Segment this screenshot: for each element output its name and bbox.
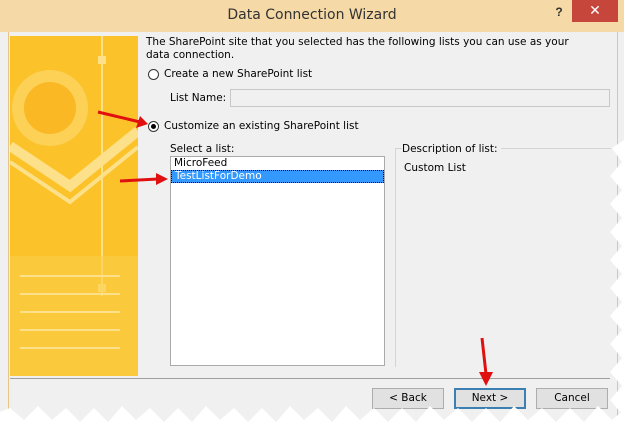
list-name-input[interactable] <box>230 89 610 107</box>
select-list-label: Select a list: <box>170 143 235 155</box>
help-button[interactable]: ? <box>548 2 570 22</box>
customize-existing-list-label[interactable]: Customize an existing SharePoint list <box>164 120 359 132</box>
annotation-arrow-next <box>479 337 493 386</box>
description-group <box>395 148 611 367</box>
description-label: Description of list: <box>402 143 501 155</box>
annotation-arrow-customize <box>97 110 148 128</box>
close-button[interactable]: ✕ <box>572 0 618 22</box>
torn-edge-right <box>610 140 624 430</box>
button-divider <box>10 378 610 379</box>
intro-text: The SharePoint site that you selected ha… <box>146 36 569 61</box>
create-new-list-radio[interactable] <box>148 69 159 80</box>
annotation-arrow-list <box>119 173 168 185</box>
list-selector[interactable]: MicroFeed TestListForDemo <box>170 156 385 366</box>
window-title: Data Connection Wizard <box>227 7 397 23</box>
torn-edge-bottom <box>0 406 624 430</box>
list-item[interactable]: MicroFeed <box>171 157 384 170</box>
title-bar[interactable]: Data Connection Wizard ? ✕ <box>0 0 624 32</box>
list-name-label: List Name: <box>170 92 227 104</box>
dialog-window: Data Connection Wizard ? ✕ The SharePoin… <box>0 0 624 430</box>
description-value: Custom List <box>404 162 466 174</box>
wizard-side-art <box>10 36 138 376</box>
decorative-graphic <box>10 36 138 376</box>
create-new-list-label[interactable]: Create a new SharePoint list <box>164 68 312 80</box>
list-item-selected[interactable]: TestListForDemo <box>171 170 384 183</box>
